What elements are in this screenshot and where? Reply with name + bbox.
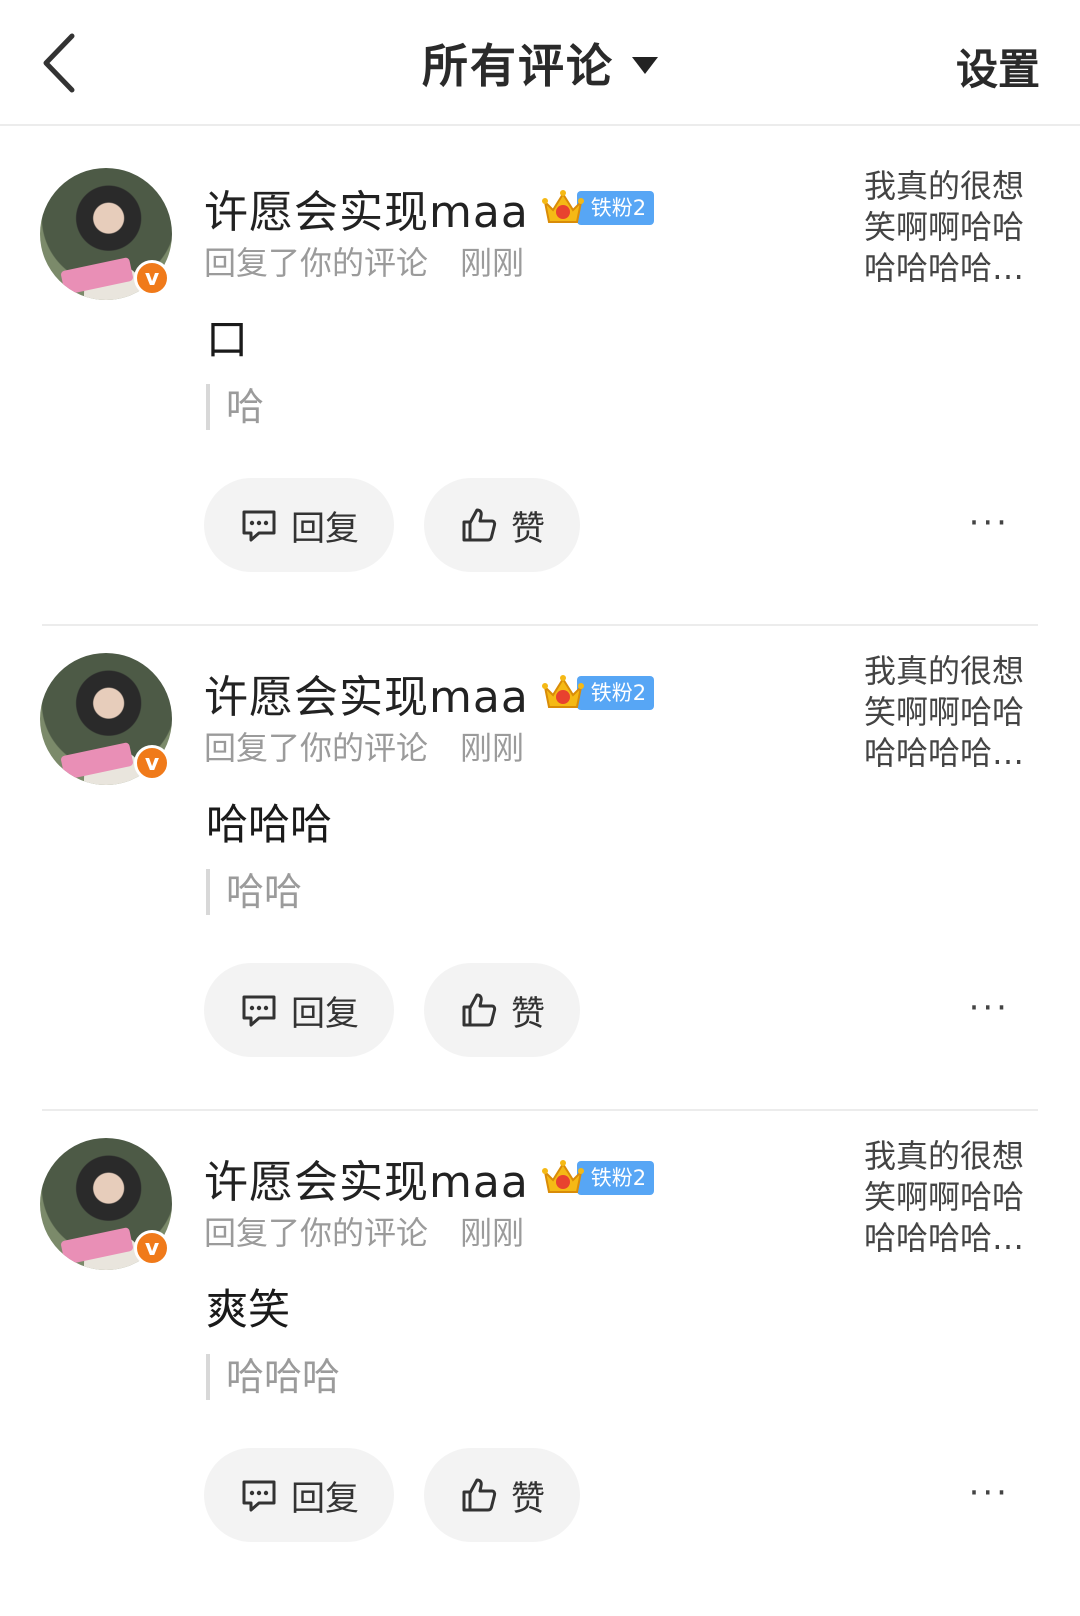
preview-line: 我真的很想	[864, 167, 1025, 205]
more-options-button[interactable]: ···	[969, 991, 1010, 1025]
preview-line: 笑啊啊哈哈	[864, 693, 1025, 731]
like-button[interactable]: 赞	[424, 478, 580, 572]
reply-label: 回复	[291, 1478, 359, 1519]
more-options-button[interactable]: ···	[969, 506, 1010, 540]
quoted-comment[interactable]: 哈哈哈	[206, 1354, 340, 1400]
page-title: 所有评论	[422, 39, 614, 93]
preview-line: 哈哈哈哈…	[864, 734, 1025, 772]
preview-line: 笑啊啊哈哈	[864, 208, 1025, 246]
crown-icon	[541, 188, 585, 228]
crown-icon	[541, 1158, 585, 1198]
comment-filter-dropdown[interactable]: 所有评论	[422, 30, 658, 96]
thumbs-up-icon	[462, 508, 497, 542]
preview-line: 笑啊啊哈哈	[864, 1178, 1025, 1216]
like-label: 赞	[511, 993, 545, 1034]
timestamp: 刚刚	[460, 244, 525, 282]
timestamp: 刚刚	[460, 1214, 525, 1252]
like-label: 赞	[511, 508, 545, 549]
comment-item: v 许愿会实现maa 铁粉2 回复了你的评论 刚刚 我真的很想 笑啊啊哈哈 哈哈…	[0, 1096, 1080, 1596]
comment-text: 哈哈哈	[206, 800, 333, 849]
crown-icon	[541, 673, 585, 713]
username[interactable]: 许愿会实现maa	[204, 1146, 529, 1210]
fan-badge-label: 铁粉2	[576, 191, 655, 225]
comment-bubble-icon	[242, 510, 276, 542]
quoted-comment[interactable]: 哈	[206, 384, 264, 430]
top-bar: 所有评论 设置	[0, 0, 1080, 126]
settings-button[interactable]: 设置	[956, 36, 1040, 97]
comment-text: 爽笑	[206, 1285, 291, 1334]
like-button[interactable]: 赞	[424, 963, 580, 1057]
fan-badge[interactable]: 铁粉2	[541, 1158, 655, 1198]
comment-item: v 许愿会实现maa 铁粉2 回复了你的评论 刚刚 我真的很想 笑啊啊哈哈 哈哈…	[0, 611, 1080, 1111]
preview-line: 哈哈哈哈…	[864, 1219, 1025, 1257]
more-options-button[interactable]: ···	[969, 1476, 1010, 1510]
reply-label: 回复	[291, 993, 359, 1034]
preview-line: 哈哈哈哈…	[864, 249, 1025, 287]
fan-badge-label: 铁粉2	[576, 676, 655, 710]
original-post-preview[interactable]: 我真的很想 笑啊啊哈哈 哈哈哈哈…	[864, 651, 1044, 774]
original-post-preview[interactable]: 我真的很想 笑啊啊哈哈 哈哈哈哈…	[864, 166, 1044, 289]
action-text: 回复了你的评论	[204, 1214, 429, 1252]
username[interactable]: 许愿会实现maa	[204, 661, 529, 725]
thumbs-up-icon	[462, 993, 497, 1027]
action-text: 回复了你的评论	[204, 244, 429, 282]
verified-v-icon: v	[134, 260, 170, 296]
thumbs-up-icon	[462, 1478, 497, 1512]
like-button[interactable]: 赞	[424, 1448, 580, 1542]
quoted-comment[interactable]: 哈哈	[206, 869, 302, 915]
timestamp: 刚刚	[460, 729, 525, 767]
action-text: 回复了你的评论	[204, 729, 429, 767]
original-post-preview[interactable]: 我真的很想 笑啊啊哈哈 哈哈哈哈…	[864, 1136, 1044, 1259]
like-label: 赞	[511, 1478, 545, 1519]
fan-badge[interactable]: 铁粉2	[541, 673, 655, 713]
reply-label: 回复	[291, 508, 359, 549]
comment-item: v 许愿会实现maa 铁粉2 回复了你的评论 刚刚 我真的很想 笑啊啊哈哈 哈哈…	[0, 126, 1080, 626]
caret-down-icon	[632, 56, 658, 74]
verified-v-icon: v	[134, 1230, 170, 1266]
username[interactable]: 许愿会实现maa	[204, 176, 529, 240]
reply-button[interactable]: 回复	[204, 1448, 394, 1542]
preview-line: 我真的很想	[864, 652, 1025, 690]
preview-line: 我真的很想	[864, 1137, 1025, 1175]
fan-badge-label: 铁粉2	[576, 1161, 655, 1195]
reply-button[interactable]: 回复	[204, 478, 394, 572]
comment-bubble-icon	[242, 1480, 276, 1512]
verified-v-icon: v	[134, 745, 170, 781]
fan-badge[interactable]: 铁粉2	[541, 188, 655, 228]
comment-bubble-icon	[242, 995, 276, 1027]
reply-button[interactable]: 回复	[204, 963, 394, 1057]
comment-text: 口	[206, 315, 249, 364]
